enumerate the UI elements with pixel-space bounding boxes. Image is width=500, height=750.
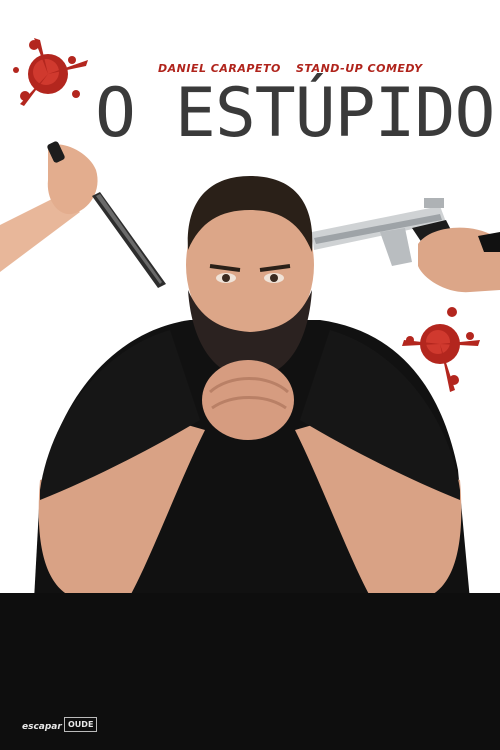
show-title: O ESTÚPIDO: [95, 74, 495, 153]
knife-arm: [0, 141, 98, 272]
blood-splatter-top: [13, 38, 88, 106]
gun-hand: [418, 227, 500, 293]
table-surface: escapar OUDE: [0, 593, 500, 750]
sponsor-logo-right: OUDE: [64, 717, 98, 732]
poster: DANIEL CARAPETO STAND-UP COMEDY O ESTÚPI…: [0, 0, 500, 750]
knife-icon: [92, 192, 166, 288]
sponsor-logo-left: escapar: [22, 722, 62, 732]
